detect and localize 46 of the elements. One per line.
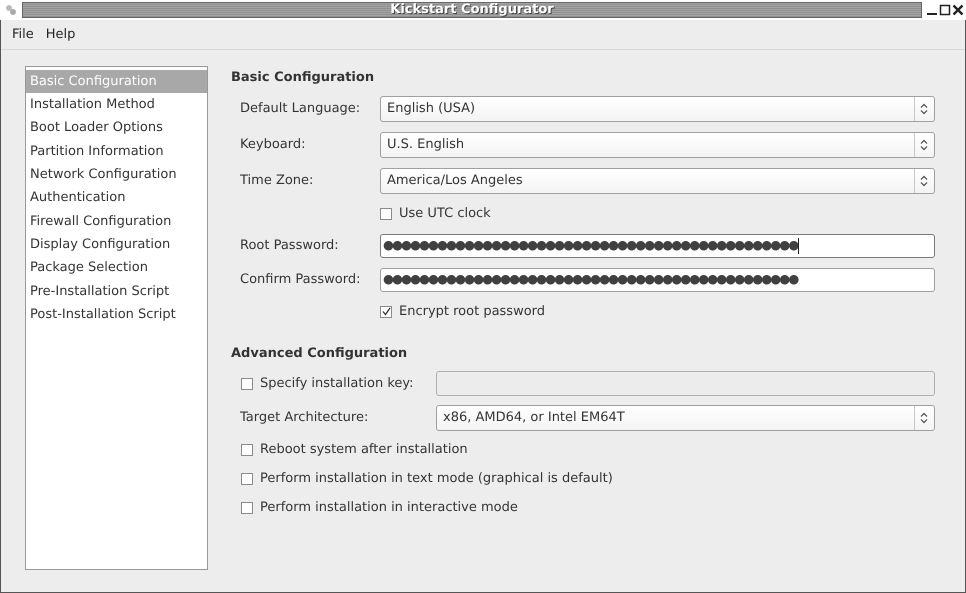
sidebar-item[interactable]: Network Configuration <box>26 163 207 186</box>
sidebar-item[interactable]: Pre-Installation Script <box>26 280 207 303</box>
sidebar-item[interactable]: Boot Loader Options <box>26 116 207 140</box>
sidebar-item[interactable]: Firewall Configuration <box>26 210 207 234</box>
sidebar-item[interactable]: Package Selection <box>26 256 207 280</box>
sidebar-item[interactable]: Authentication <box>26 186 207 210</box>
spin-arrows-icon <box>920 174 928 186</box>
field-label: Time Zone: <box>239 172 314 190</box>
field-label: Root Password: <box>239 236 340 255</box>
section-heading: Basic Configuration <box>231 69 376 87</box>
sidebar-item[interactable]: Partition Information <box>26 140 207 164</box>
field-label: Default Language: <box>239 100 362 118</box>
checkbox-label: Specify installation key: <box>260 374 414 393</box>
section-heading: Advanced Configuration <box>231 344 408 362</box>
window-title: Kickstart Configurator <box>390 1 554 20</box>
app-icon <box>4 3 18 17</box>
checkbox[interactable] <box>241 444 253 456</box>
checkbox[interactable] <box>380 208 392 220</box>
spin-arrows-icon <box>920 102 928 114</box>
field-label: Target Architecture: <box>239 409 370 428</box>
dropdown[interactable]: America/Los Angeles <box>380 168 935 194</box>
close-icon[interactable] <box>952 4 964 16</box>
dropdown[interactable]: x86, AMD64, or Intel EM64T <box>436 405 935 431</box>
menu-item[interactable]: File <box>12 24 34 44</box>
password-field[interactable]: ●●●●●●●●●●●●●●●●●●●●●●●●●●●●●●●●●●●●●●●●●●●●●● <box>380 268 935 292</box>
checkmark-icon <box>382 307 390 316</box>
field-label: Confirm Password: <box>239 270 362 289</box>
password-field[interactable]: ●●●●●●●●●●●●●●●●●●●●●●●●●●●●●●●●●●●●●●●●●●●●●● <box>380 234 935 258</box>
field-label: Keyboard: <box>239 136 306 154</box>
spin-arrows-icon <box>920 138 928 150</box>
checkbox[interactable] <box>241 473 253 485</box>
dropdown[interactable]: U.S. English <box>380 132 935 158</box>
spin-arrows-icon <box>920 412 928 424</box>
checkbox-label: Perform installation in interactive mode <box>260 499 518 518</box>
checkbox-label: Use UTC clock <box>399 204 491 223</box>
checkbox-label: Perform installation in text mode (graphical is default) <box>260 470 613 488</box>
sidebar-item[interactable]: Display Configuration <box>26 233 207 256</box>
menu-item[interactable]: Help <box>46 24 76 44</box>
checkbox[interactable] <box>241 502 253 514</box>
sidebar-item[interactable]: Installation Method <box>26 93 207 117</box>
sidebar-item[interactable]: Post-Installation Script <box>26 302 207 326</box>
checkbox[interactable] <box>380 306 392 318</box>
maximize-icon[interactable] <box>939 4 951 16</box>
checkbox-label: Encrypt root password <box>399 302 546 321</box>
checkbox-label: Reboot system after installation <box>260 441 468 460</box>
dropdown[interactable]: English (USA) <box>380 96 935 122</box>
